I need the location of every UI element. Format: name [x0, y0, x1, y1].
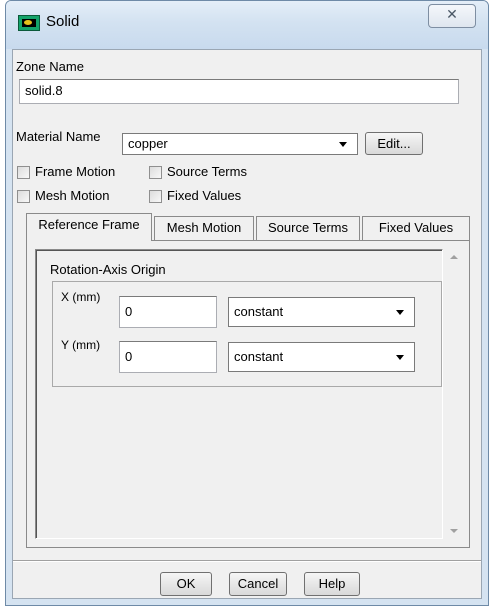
x-method-select[interactable]: constant [228, 297, 415, 327]
window-title: Solid [46, 13, 80, 30]
app-icon [18, 15, 40, 31]
solid-dialog: Solid ✕ Zone Name solid.8 Material Name … [5, 0, 489, 606]
x-coordinate-input[interactable]: 0 [119, 296, 217, 328]
fixed-values-label: Fixed Values [167, 188, 242, 203]
ok-button[interactable]: OK [160, 572, 212, 596]
reference-frame-panel: Rotation-Axis Origin X (mm) 0 constant Y… [26, 240, 470, 548]
y-coordinate-label: Y (mm) [61, 338, 101, 352]
help-button[interactable]: Help [304, 572, 360, 596]
rotation-axis-origin-label: Rotation-Axis Origin [50, 262, 166, 277]
y-coordinate-input[interactable]: 0 [119, 341, 217, 373]
scroll-down-icon[interactable] [450, 529, 458, 533]
source-terms-label: Source Terms [167, 164, 247, 179]
tab-reference-frame-label: Reference Frame [38, 217, 140, 232]
x-coordinate-label: X (mm) [61, 290, 101, 304]
mesh-motion-label: Mesh Motion [35, 188, 110, 203]
rotation-axis-origin-group: X (mm) 0 constant Y (mm) 0 constant [52, 281, 442, 387]
x-method-value: constant [234, 304, 284, 319]
scroll-content-area: Rotation-Axis Origin X (mm) 0 constant Y… [35, 249, 443, 539]
frame-motion-checkbox[interactable] [17, 166, 30, 179]
scroll-up-icon[interactable] [450, 255, 458, 259]
tab-mesh-motion[interactable]: Mesh Motion [154, 216, 254, 240]
y-method-select[interactable]: constant [228, 342, 415, 372]
vertical-scrollbar[interactable] [445, 249, 463, 539]
dialog-body: Zone Name solid.8 Material Name copper E… [12, 49, 482, 599]
fixed-values-checkbox[interactable] [149, 190, 162, 203]
mesh-motion-checkbox[interactable] [17, 190, 30, 203]
tab-fixed-values-label: Fixed Values [378, 220, 454, 235]
tab-reference-frame[interactable]: Reference Frame [26, 213, 152, 241]
source-terms-checkbox[interactable] [149, 166, 162, 179]
material-name-label: Material Name [16, 129, 101, 144]
chevron-down-icon [396, 355, 404, 360]
chevron-down-icon [396, 310, 404, 315]
zone-name-input[interactable]: solid.8 [19, 79, 459, 104]
material-select-value: copper [128, 136, 168, 151]
frame-motion-label: Frame Motion [35, 164, 116, 179]
tab-fixed-values[interactable]: Fixed Values [362, 216, 470, 240]
chevron-down-icon [339, 142, 347, 147]
material-select[interactable]: copper [122, 133, 358, 155]
close-button[interactable]: ✕ [428, 4, 476, 28]
tab-source-terms[interactable]: Source Terms [256, 216, 360, 240]
footer-divider [13, 560, 481, 562]
cancel-button[interactable]: Cancel [229, 572, 287, 596]
tab-mesh-motion-label: Mesh Motion [166, 220, 242, 235]
y-method-value: constant [234, 349, 284, 364]
edit-material-button[interactable]: Edit... [365, 132, 423, 155]
title-bar[interactable]: Solid ✕ [6, 1, 488, 49]
close-icon: ✕ [446, 7, 458, 23]
tab-source-terms-label: Source Terms [268, 220, 348, 235]
zone-name-label: Zone Name [16, 59, 84, 74]
